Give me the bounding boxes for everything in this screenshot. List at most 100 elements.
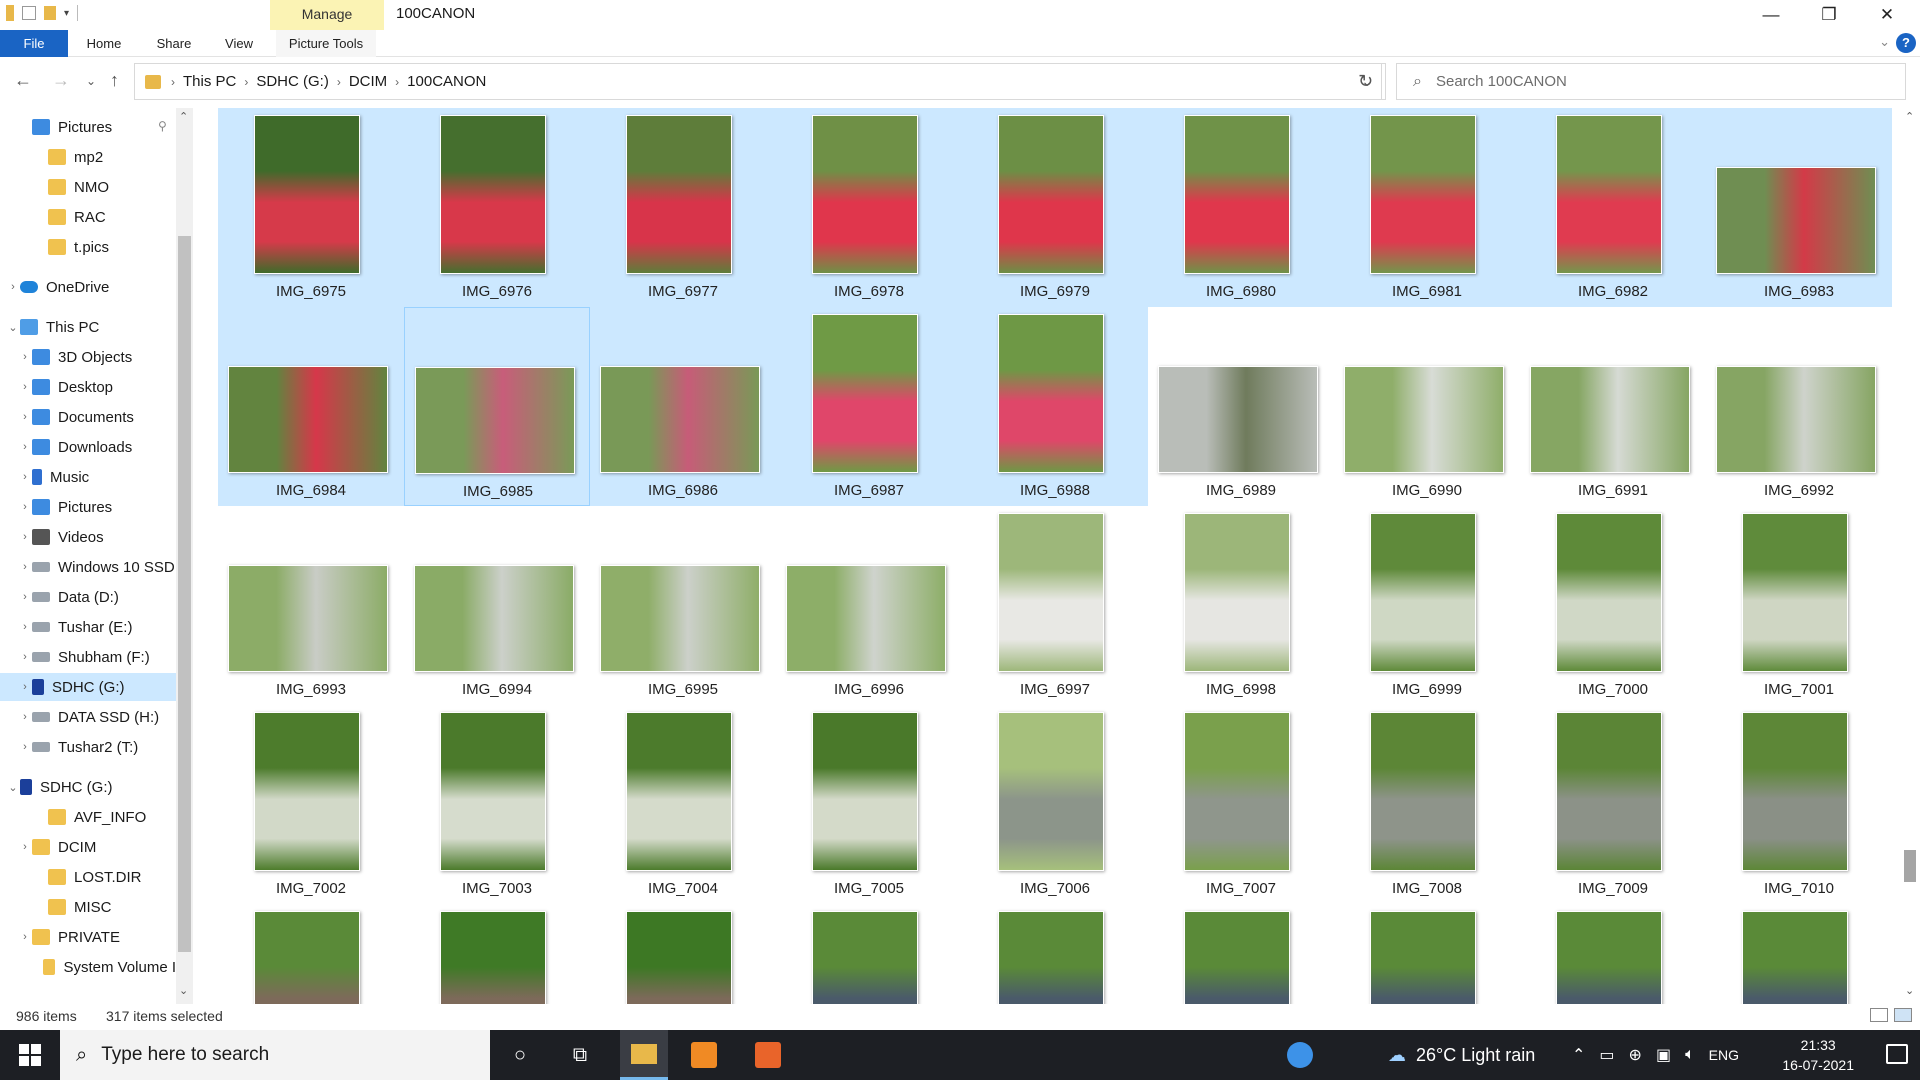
file-tile[interactable]: IMG_7013 [590, 904, 776, 1004]
chevron-right-icon[interactable]: › [18, 931, 32, 943]
sublime-text-icon[interactable] [680, 1030, 728, 1080]
scroll-down-icon[interactable]: ⌄ [1905, 984, 1914, 997]
file-tile[interactable]: IMG_6999 [1334, 506, 1520, 705]
task-view-icon[interactable]: ⧉ [556, 1030, 604, 1080]
content-scroll-thumb[interactable] [1904, 850, 1916, 882]
breadcrumb-dcim[interactable]: DCIM [343, 73, 393, 90]
recent-locations-icon[interactable]: ⌄ [86, 74, 96, 88]
help-icon[interactable]: ? [1896, 33, 1916, 53]
sidebar-item[interactable]: › Documents [0, 403, 176, 431]
weather-widget[interactable]: ☁ 26°C Light rain [1388, 1030, 1535, 1080]
file-tile[interactable]: IMG_7006 [962, 705, 1148, 904]
new-folder-icon[interactable] [44, 6, 56, 20]
file-tile[interactable]: IMG_6988 [962, 307, 1148, 506]
manage-contextual-tab[interactable]: Manage [270, 0, 384, 30]
help-tray-icon[interactable] [1276, 1030, 1324, 1080]
sidebar-item[interactable]: NMO [0, 173, 176, 201]
large-icons-view-icon[interactable] [1894, 1008, 1912, 1022]
chevron-right-icon[interactable]: › [18, 531, 32, 543]
file-tile[interactable]: IMG_6992 [1706, 307, 1892, 506]
file-tile[interactable]: IMG_7004 [590, 705, 776, 904]
breadcrumb-sdhc[interactable]: SDHC (G:) [250, 73, 335, 90]
sidebar-item[interactable]: ⌄ This PC [0, 313, 176, 341]
start-button[interactable] [0, 1030, 60, 1080]
file-tile[interactable]: IMG_6996 [776, 506, 962, 705]
sidebar-item[interactable]: › Windows 10 SSD [0, 553, 176, 581]
file-tile[interactable]: IMG_7018 [1520, 904, 1706, 1004]
search-box[interactable]: ⌕ Search 100CANON [1396, 63, 1906, 100]
customize-toolbar-icon[interactable]: ▾ [64, 8, 69, 19]
file-tile[interactable]: IMG_6989 [1148, 307, 1334, 506]
file-tile[interactable]: IMG_7008 [1334, 705, 1520, 904]
sidebar-scroll-thumb[interactable] [178, 236, 191, 952]
file-tile[interactable]: IMG_6994 [404, 506, 590, 705]
address-bar[interactable]: › This PC › SDHC (G:) › DCIM › 100CANON … [134, 63, 1382, 100]
close-button[interactable]: ✕ [1858, 0, 1916, 30]
sidebar-item[interactable]: › 3D Objects [0, 343, 176, 371]
sidebar-item[interactable]: System Volume I [0, 953, 176, 981]
sidebar-item[interactable]: › Desktop [0, 373, 176, 401]
tab-home[interactable]: Home [76, 30, 132, 57]
file-tile[interactable]: IMG_7016 [1148, 904, 1334, 1004]
file-tile[interactable]: IMG_6983 [1706, 108, 1892, 307]
details-view-icon[interactable] [1870, 1008, 1888, 1022]
file-tile[interactable]: IMG_7000 [1520, 506, 1706, 705]
sidebar-item[interactable]: › Pictures [0, 493, 176, 521]
file-tile[interactable]: IMG_6977 [590, 108, 776, 307]
chevron-right-icon[interactable]: › [18, 591, 32, 603]
forward-arrow-icon[interactable]: → [52, 70, 70, 91]
chevron-right-icon[interactable]: › [18, 471, 32, 483]
file-tile[interactable]: IMG_6981 [1334, 108, 1520, 307]
tab-share[interactable]: Share [146, 30, 202, 57]
file-tile[interactable]: IMG_6997 [962, 506, 1148, 705]
restore-button[interactable]: ❐ [1800, 0, 1858, 30]
file-tile[interactable]: IMG_6998 [1148, 506, 1334, 705]
minimize-button[interactable]: — [1742, 0, 1800, 30]
properties-icon[interactable] [22, 6, 36, 20]
sidebar-item[interactable]: › Tushar2 (T:) [0, 733, 176, 761]
chevron-right-icon[interactable]: › [6, 281, 20, 293]
chevron-right-icon[interactable]: › [18, 381, 32, 393]
chevron-down-icon[interactable]: ⌄ [6, 321, 20, 334]
file-tile[interactable]: IMG_6993 [218, 506, 404, 705]
file-tile[interactable]: IMG_7002 [218, 705, 404, 904]
file-tile[interactable]: IMG_6982 [1520, 108, 1706, 307]
folder-icon[interactable] [6, 5, 14, 21]
scroll-up-icon[interactable]: ⌃ [1905, 110, 1914, 123]
file-tile[interactable]: IMG_7007 [1148, 705, 1334, 904]
file-tile[interactable]: IMG_6995 [590, 506, 776, 705]
notification-center-icon[interactable] [1886, 1044, 1908, 1064]
chevron-right-icon[interactable]: › [18, 561, 32, 573]
file-tile[interactable]: IMG_6987 [776, 307, 962, 506]
xampp-icon[interactable] [744, 1030, 792, 1080]
file-tile[interactable]: IMG_7010 [1706, 705, 1892, 904]
chevron-right-icon[interactable]: › [18, 501, 32, 513]
expand-ribbon-icon[interactable]: ⌄ [1879, 34, 1890, 50]
sidebar-item[interactable]: › DATA SSD (H:) [0, 703, 176, 731]
file-tile[interactable]: IMG_7019 [1706, 904, 1892, 1004]
display-icon[interactable]: ▣ [1656, 1045, 1671, 1065]
file-tile[interactable]: IMG_6980 [1148, 108, 1334, 307]
sidebar-scrollbar[interactable]: ⌃ ⌄ [176, 108, 193, 1004]
chevron-right-icon[interactable]: › [18, 351, 32, 363]
chevron-right-icon[interactable]: › [18, 741, 32, 753]
cortana-icon[interactable]: ○ [496, 1030, 544, 1080]
chevron-right-icon[interactable]: › [18, 651, 32, 663]
sidebar-item[interactable]: › PRIVATE [0, 923, 176, 951]
file-tile[interactable]: IMG_6985 [404, 307, 590, 506]
sidebar-item[interactable]: RAC [0, 203, 176, 231]
tab-file[interactable]: File [0, 30, 68, 57]
file-tile[interactable]: IMG_6984 [218, 307, 404, 506]
sidebar-item[interactable]: Pictures ⚲ [0, 113, 176, 141]
back-arrow-icon[interactable]: ← [14, 70, 32, 91]
pin-icon[interactable]: ⚲ [158, 119, 167, 133]
file-tile[interactable]: IMG_6979 [962, 108, 1148, 307]
sidebar-item[interactable]: › Downloads [0, 433, 176, 461]
file-tile[interactable]: IMG_7017 [1334, 904, 1520, 1004]
sidebar-item[interactable]: › Data (D:) [0, 583, 176, 611]
taskbar-search[interactable]: ⌕ Type here to search [60, 1030, 490, 1080]
sidebar-item[interactable]: LOST.DIR [0, 863, 176, 891]
chevron-right-icon[interactable]: › [18, 621, 32, 633]
breadcrumb-this-pc[interactable]: This PC [177, 73, 242, 90]
network-icon[interactable]: ⊕ [1629, 1045, 1642, 1065]
